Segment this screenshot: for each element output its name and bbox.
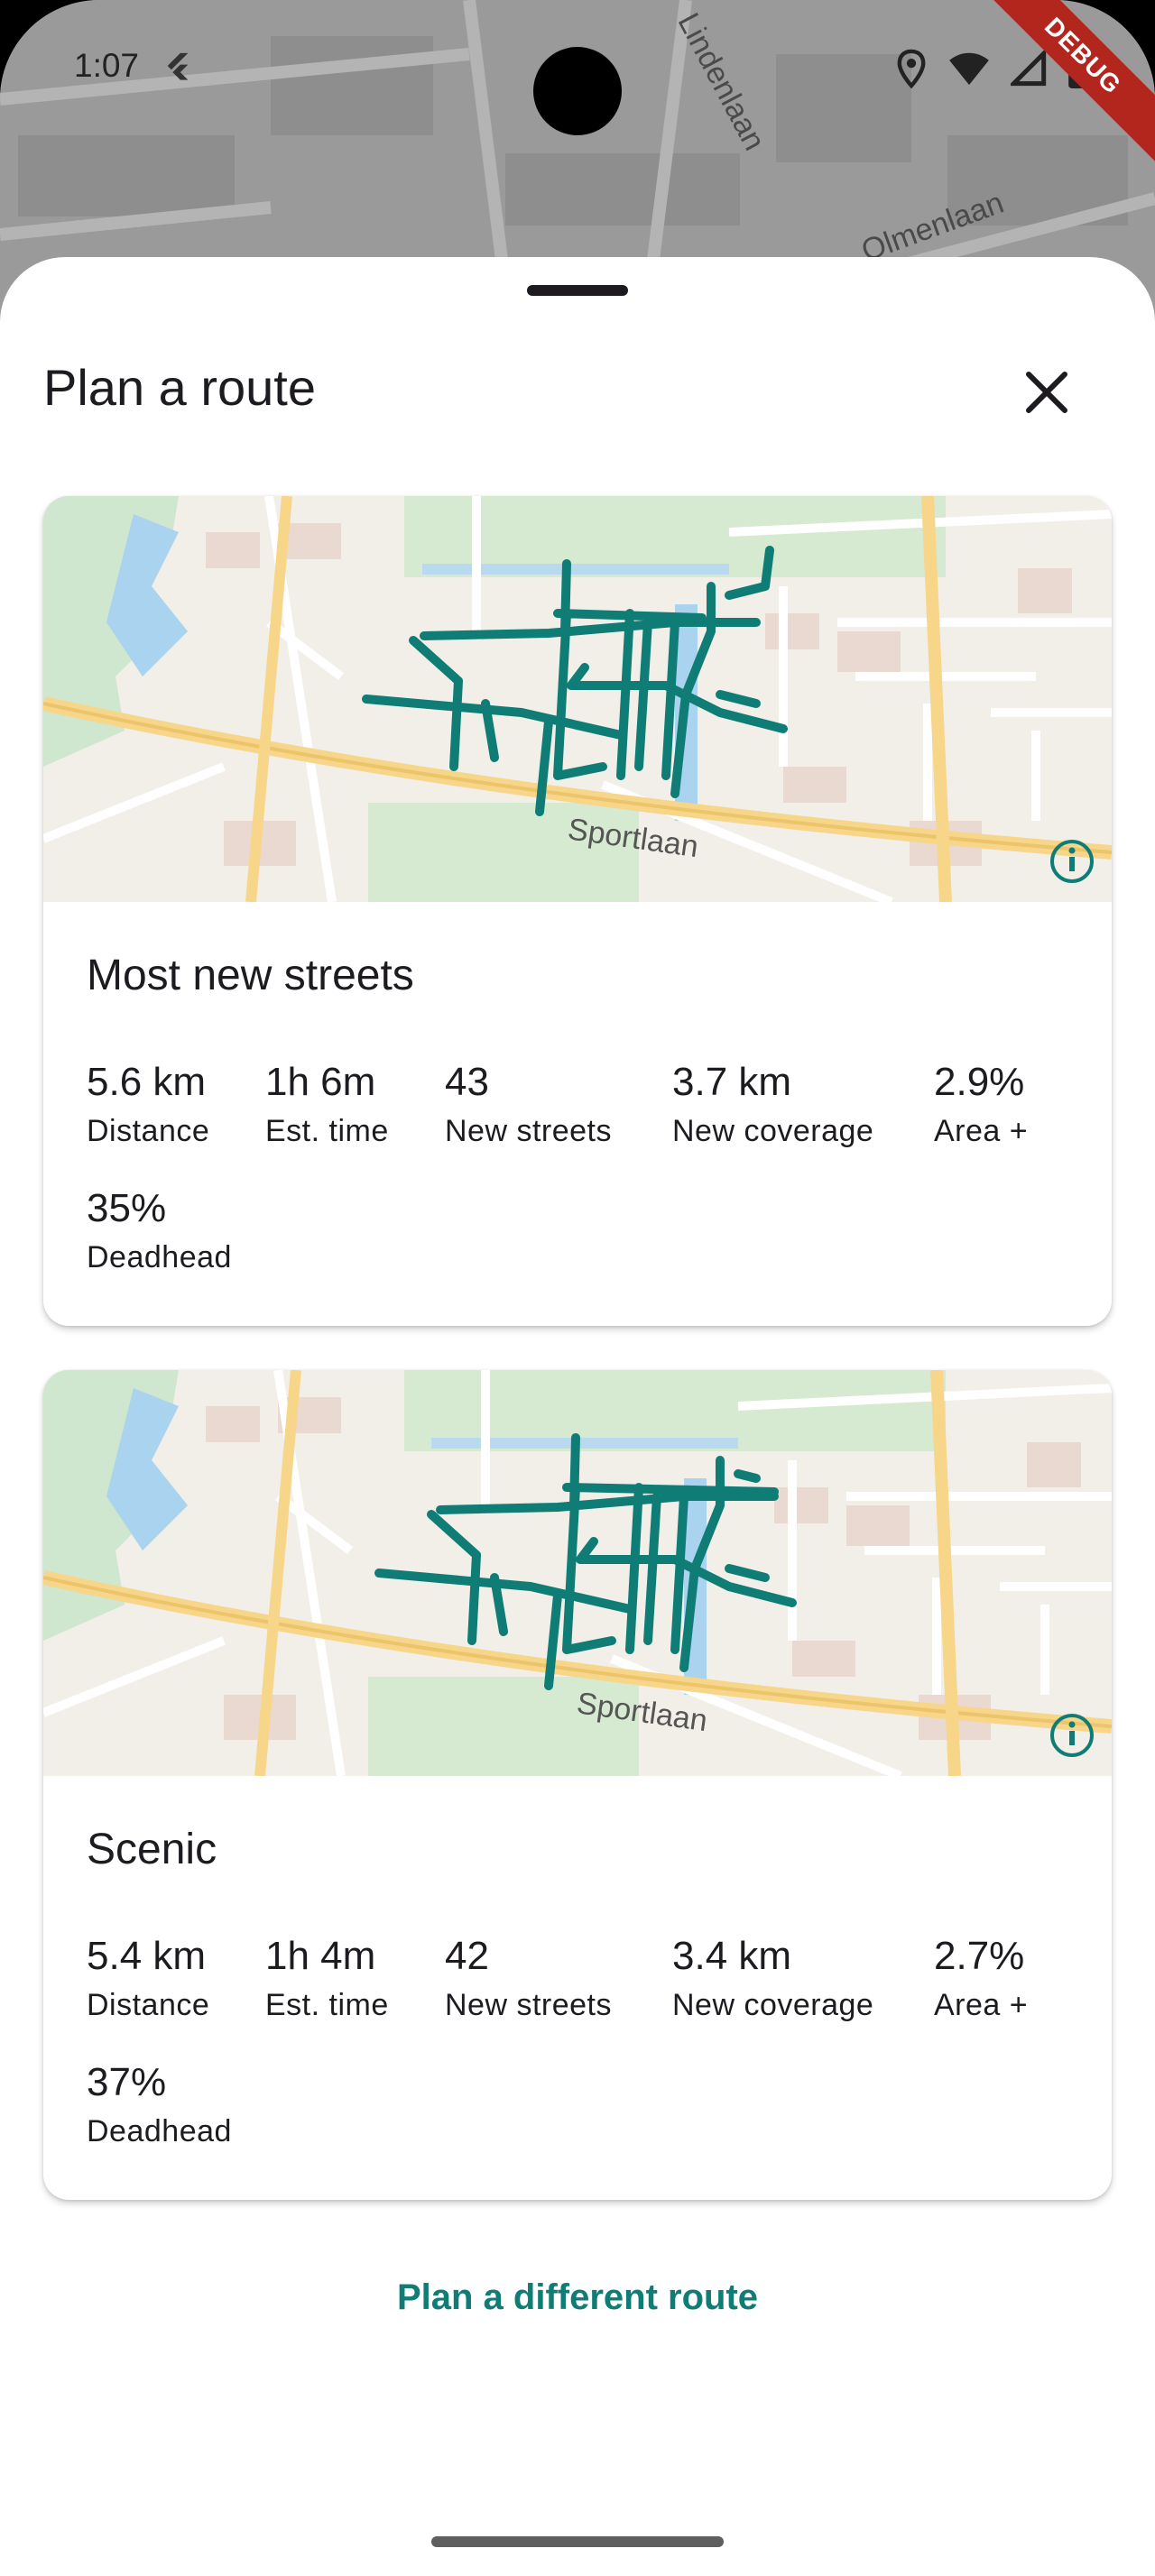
stat-label: New streets (445, 1114, 612, 1148)
stat-label: Est. time (265, 1114, 389, 1148)
stat-value: 5.6 km (87, 1060, 207, 1104)
close-icon[interactable] (1011, 356, 1083, 428)
route-name: Scenic (87, 1826, 217, 1873)
stat-new-coverage: 3.7 km New coverage (672, 1060, 873, 1149)
stat-area: 2.7% Area + (934, 1934, 1028, 2023)
stat-label: Deadhead (87, 2114, 232, 2148)
stat-distance: 5.6 km Distance (87, 1060, 209, 1149)
stat-value: 1h 4m (265, 1934, 376, 1978)
stat-new-streets: 43 New streets (445, 1060, 612, 1149)
stat-value: 37% (87, 2060, 167, 2104)
stat-value: 3.4 km (672, 1934, 792, 1978)
stat-label: New coverage (672, 1114, 874, 1148)
stat-value: 43 (445, 1060, 489, 1104)
location-icon (897, 49, 926, 88)
stat-label: Distance (87, 1114, 210, 1148)
stat-value: 1h 6m (265, 1060, 376, 1104)
stat-distance: 5.4 km Distance (87, 1934, 209, 2023)
stat-est-time: 1h 4m Est. time (265, 1934, 389, 2023)
stat-label: Distance (87, 1988, 210, 2022)
route-card-scenic[interactable]: Sportlaan Scenic 5.4 km Distance 1h 4m E… (43, 1370, 1112, 2200)
home-indicator[interactable] (431, 2536, 724, 2547)
route-map-preview: Sportlaan (43, 496, 1112, 902)
wifi-icon (949, 52, 989, 86)
status-time: 1:07 (74, 47, 140, 84)
screen: Lindenlaan Olmenlaan 1:07 DEBUG Plan a r… (0, 0, 1155, 2576)
flutter-icon (167, 52, 189, 80)
drag-handle[interactable] (527, 285, 628, 296)
stat-new-streets: 42 New streets (445, 1934, 612, 2023)
stat-value: 35% (87, 1186, 167, 1230)
stat-label: Est. time (265, 1988, 389, 2022)
stat-value: 42 (445, 1934, 489, 1978)
stat-deadhead: 37% Deadhead (87, 2060, 232, 2149)
stat-value: 3.7 km (672, 1060, 792, 1104)
stat-est-time: 1h 6m Est. time (265, 1060, 389, 1149)
route-card-most-new-streets[interactable]: Sportlaan Most new streets 5.6 km Distan… (43, 496, 1112, 1326)
stat-value: 2.9% (934, 1060, 1025, 1104)
stat-value: 2.7% (934, 1934, 1025, 1978)
stat-label: Area + (934, 1114, 1029, 1148)
route-map-preview: Sportlaan (43, 1370, 1112, 1776)
camera-cutout (533, 47, 622, 135)
plan-different-route-button[interactable]: Plan a different route (0, 2277, 1155, 2318)
route-bottom-sheet: Plan a route Sportlaan Most new streets … (0, 257, 1155, 2576)
stat-deadhead: 35% Deadhead (87, 1186, 232, 1275)
stat-label: New streets (445, 1988, 612, 2022)
stat-value: 5.4 km (87, 1934, 207, 1978)
stat-label: Deadhead (87, 1240, 232, 1274)
stat-label: New coverage (672, 1988, 874, 2022)
sheet-title: Plan a route (43, 359, 316, 416)
stat-new-coverage: 3.4 km New coverage (672, 1934, 873, 2023)
signal-icon (1011, 51, 1047, 87)
stat-label: Area + (934, 1988, 1029, 2022)
route-name: Most new streets (87, 952, 414, 999)
stat-area: 2.9% Area + (934, 1060, 1028, 1149)
